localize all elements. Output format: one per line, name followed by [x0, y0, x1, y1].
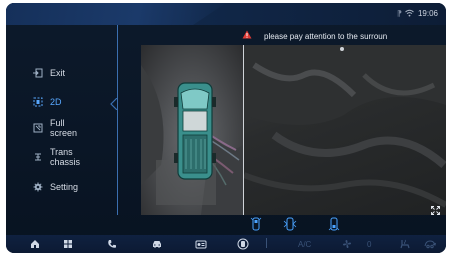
- seat-heat-icon[interactable]: [399, 238, 411, 250]
- front-view-button[interactable]: [248, 216, 264, 232]
- menu-item-trans-chassis[interactable]: Trans chassis: [32, 147, 90, 167]
- camera-view-image: [244, 45, 446, 208]
- menu-item-label: Setting: [50, 182, 79, 192]
- menu-item-2d[interactable]: 2D: [32, 96, 62, 108]
- infotainment-screen: ⁋ 19:06 Exit 2D Full screen Trans chassi…: [6, 3, 446, 253]
- menu-item-label: Exit: [50, 68, 66, 78]
- fan-icon[interactable]: [342, 238, 352, 250]
- camera-icon[interactable]: [236, 238, 250, 250]
- clock: 19:06: [417, 9, 438, 18]
- wifi-icon: [405, 9, 414, 19]
- 2d-view-icon: [32, 96, 44, 108]
- radio-icon[interactable]: [195, 238, 207, 250]
- side-view-icon: [283, 217, 297, 231]
- car-top-icon: [174, 82, 216, 180]
- rear-view-button[interactable]: [326, 216, 342, 232]
- status-bar-accent: [6, 3, 226, 25]
- rear-view-icon: [328, 217, 340, 231]
- menu-divider: [117, 25, 118, 215]
- fan-level: 0: [367, 239, 372, 249]
- menu-item-label: Full screen: [50, 118, 78, 138]
- menu-item-label: 2D: [50, 97, 62, 107]
- apps-icon[interactable]: [63, 238, 73, 250]
- menu-item-exit[interactable]: Exit: [32, 67, 65, 79]
- chassis-icon: [32, 151, 44, 163]
- warning-triangle-icon: [242, 30, 252, 42]
- menu-notch: [110, 98, 118, 110]
- gear-icon: [32, 181, 44, 193]
- menu-item-label: Trans chassis: [50, 147, 81, 167]
- exit-icon: [32, 67, 44, 79]
- warning-text: please pay attention to the surroun: [264, 31, 388, 41]
- menu-item-full-screen[interactable]: Full screen: [32, 118, 84, 138]
- dock-divider: [266, 238, 267, 248]
- home-icon[interactable]: [30, 238, 40, 250]
- ac-label[interactable]: A/C: [298, 238, 311, 250]
- menu-item-setting[interactable]: Setting: [32, 181, 78, 193]
- surround-view[interactable]: [141, 45, 243, 215]
- phone-icon[interactable]: [107, 238, 117, 250]
- camera-view[interactable]: [244, 45, 446, 215]
- warning-banner: please pay attention to the surroun: [242, 30, 446, 42]
- bluetooth-icon: ⁋: [396, 9, 402, 18]
- status-bar: ⁋ 19:06: [6, 3, 446, 25]
- full-screen-icon: [32, 122, 44, 134]
- recirculation-icon[interactable]: [424, 238, 436, 250]
- expand-icon[interactable]: [431, 202, 440, 215]
- surround-view-image: [141, 65, 243, 215]
- front-view-icon: [250, 217, 262, 231]
- side-view-button[interactable]: [282, 216, 298, 232]
- car-icon[interactable]: [151, 238, 163, 250]
